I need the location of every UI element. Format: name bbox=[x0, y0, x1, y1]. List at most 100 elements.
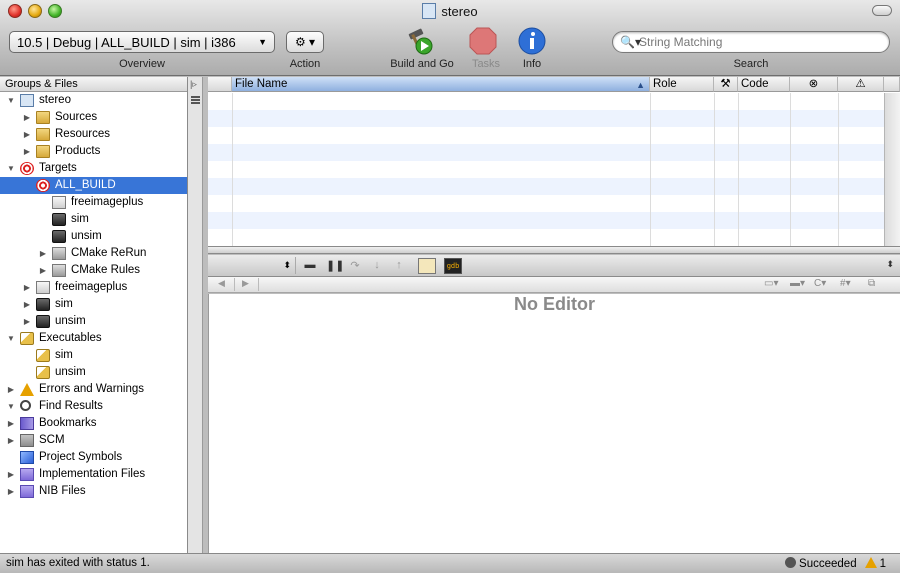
warning-icon[interactable]: ⚠ bbox=[838, 77, 884, 92]
forward-button[interactable]: ▶ bbox=[242, 278, 249, 289]
sidebar-item[interactable]: ▶ sim bbox=[0, 296, 187, 313]
sidebar-header: Groups & Files bbox=[0, 77, 187, 92]
sidebar-item[interactable]: ▶ Products bbox=[0, 143, 187, 160]
disclosure-open-icon[interactable]: ▼ bbox=[6, 398, 16, 415]
sidebar-item[interactable]: ▶ SCM bbox=[0, 432, 187, 449]
sidebar-item[interactable]: ▶ CMake ReRun bbox=[0, 245, 187, 262]
info-icon[interactable] bbox=[517, 26, 547, 56]
sidebar-item-label: Targets bbox=[39, 162, 77, 174]
sidebar-item[interactable]: ▼ Targets bbox=[0, 160, 187, 177]
pause-icon[interactable]: ❚❚ bbox=[326, 259, 344, 273]
table-row[interactable] bbox=[208, 212, 884, 229]
split-handle-icon: |▹ bbox=[190, 79, 197, 89]
disclosure-closed-icon[interactable]: ▶ bbox=[38, 262, 48, 279]
disclosure-closed-icon[interactable]: ▶ bbox=[38, 245, 48, 262]
back-button[interactable]: ◀ bbox=[218, 278, 225, 289]
sidebar-item[interactable]: ▼ stereo bbox=[0, 92, 187, 109]
folder-icon bbox=[36, 111, 50, 124]
disclosure-open-icon[interactable]: ▼ bbox=[6, 330, 16, 347]
sidebar-item[interactable]: unsim bbox=[0, 228, 187, 245]
split-editor-icon[interactable]: ⧉ bbox=[868, 278, 875, 289]
table-row[interactable] bbox=[208, 178, 884, 195]
sidebar-item-label: CMake Rules bbox=[71, 264, 141, 276]
chevron-updown-icon[interactable]: ⬍ bbox=[886, 259, 894, 270]
sidebar-item[interactable]: unsim bbox=[0, 364, 187, 381]
search-input[interactable]: 🔍▾ String Matching bbox=[612, 31, 890, 53]
sidebar-item[interactable]: ▶ Errors and Warnings bbox=[0, 381, 187, 398]
gdb-console-button[interactable]: gdb bbox=[444, 258, 462, 274]
sidebar-item[interactable]: ▶ unsim bbox=[0, 313, 187, 330]
overview-popup[interactable]: 10.5 | Debug | ALL_BUILD | sim | i386 ▼ bbox=[9, 31, 275, 53]
column-code[interactable]: Code bbox=[738, 77, 790, 92]
console-icon[interactable] bbox=[418, 258, 436, 274]
sidebar-item[interactable]: ▶ freeimageplus bbox=[0, 279, 187, 296]
sidebar-item[interactable]: ▶ Sources bbox=[0, 109, 187, 126]
step-into-icon[interactable]: ↓ bbox=[370, 259, 384, 273]
table-row[interactable] bbox=[208, 93, 884, 110]
sidebar-item[interactable]: ▶ NIB Files bbox=[0, 483, 187, 500]
thread-popup[interactable]: ⬍ bbox=[210, 257, 296, 274]
sidebar-item-label: Resources bbox=[55, 128, 110, 140]
search-placeholder: String Matching bbox=[639, 35, 723, 49]
toolbar-toggle-button[interactable] bbox=[872, 5, 892, 16]
disclosure-closed-icon[interactable]: ▶ bbox=[22, 313, 32, 330]
sidebar-item[interactable]: ▶ Resources bbox=[0, 126, 187, 143]
list-view-icon[interactable] bbox=[191, 96, 200, 105]
breakpoint-menu-icon[interactable]: ▬▾ bbox=[790, 278, 805, 289]
table-row[interactable] bbox=[208, 127, 884, 144]
table-row[interactable] bbox=[208, 144, 884, 161]
bookmark-menu-icon[interactable]: ▭▾ bbox=[764, 278, 778, 289]
search-icon: 🔍▾ bbox=[620, 35, 641, 49]
sidebar-item[interactable]: ▶ Bookmarks bbox=[0, 415, 187, 432]
sidebar-item[interactable]: ALL_BUILD bbox=[0, 177, 187, 194]
sidebar-item[interactable]: sim bbox=[0, 347, 187, 364]
sidebar-item[interactable]: ▶ Implementation Files bbox=[0, 466, 187, 483]
details-scrollbar[interactable] bbox=[884, 93, 900, 246]
build-and-go-icon[interactable] bbox=[405, 26, 435, 56]
sidebar-item[interactable]: sim bbox=[0, 211, 187, 228]
table-row[interactable] bbox=[208, 161, 884, 178]
build-result[interactable]: Succeeded 1 bbox=[785, 557, 886, 570]
hammer-icon[interactable]: ⚒ bbox=[714, 77, 738, 92]
step-over-icon[interactable]: ↷ bbox=[348, 259, 362, 273]
editor-area[interactable]: No Editor bbox=[208, 294, 900, 553]
column-status[interactable] bbox=[208, 77, 232, 92]
overview-value: 10.5 | Debug | ALL_BUILD | sim | i386 bbox=[17, 35, 236, 50]
disclosure-closed-icon[interactable]: ▶ bbox=[22, 279, 32, 296]
disclosure-open-icon[interactable]: ▼ bbox=[6, 92, 16, 109]
status-message: sim has exited with status 1. bbox=[6, 557, 150, 569]
column-file-name[interactable]: File Name ▲ bbox=[232, 77, 650, 92]
disclosure-closed-icon[interactable]: ▶ bbox=[6, 415, 16, 432]
disclosure-closed-icon[interactable]: ▶ bbox=[22, 296, 32, 313]
bookmarks-icon bbox=[20, 417, 34, 430]
error-icon[interactable]: ⊗ bbox=[790, 77, 838, 92]
disclosure-closed-icon[interactable]: ▶ bbox=[6, 466, 16, 483]
includes-menu[interactable]: #▾ bbox=[840, 278, 851, 289]
disclosure-closed-icon[interactable]: ▶ bbox=[22, 143, 32, 160]
step-out-icon[interactable]: ↑ bbox=[392, 259, 406, 273]
groups-and-files-sidebar: Groups & Files ▼ stereo ▶ Sources ▶ Resources… bbox=[0, 77, 188, 553]
breakpoints-toggle-icon[interactable]: ▬ bbox=[302, 259, 318, 273]
sidebar-item[interactable]: freeimageplus bbox=[0, 194, 187, 211]
disclosure-open-icon[interactable]: ▼ bbox=[6, 160, 16, 177]
sidebar-item[interactable]: Project Symbols bbox=[0, 449, 187, 466]
editor-splitter[interactable] bbox=[208, 247, 900, 254]
disclosure-closed-icon[interactable]: ▶ bbox=[22, 109, 32, 126]
disclosure-closed-icon[interactable]: ▶ bbox=[6, 483, 16, 500]
terminal-icon bbox=[36, 315, 50, 328]
sidebar-item[interactable]: ▼ Find Results bbox=[0, 398, 187, 415]
sidebar-item[interactable]: ▶ CMake Rules bbox=[0, 262, 187, 279]
sidebar-splitter[interactable]: |▹ bbox=[188, 77, 203, 553]
table-row[interactable] bbox=[208, 110, 884, 127]
column-role[interactable]: Role bbox=[650, 77, 714, 92]
project-icon bbox=[20, 94, 34, 107]
disclosure-closed-icon[interactable]: ▶ bbox=[6, 432, 16, 449]
disclosure-closed-icon[interactable]: ▶ bbox=[6, 381, 16, 398]
sidebar-item[interactable]: ▼ Executables bbox=[0, 330, 187, 347]
action-button[interactable]: ⚙ ▾ bbox=[286, 31, 324, 53]
table-row[interactable] bbox=[208, 195, 884, 212]
overview-label: Overview bbox=[119, 58, 165, 70]
counterpart-menu[interactable]: C▾ bbox=[814, 278, 826, 289]
disclosure-closed-icon[interactable]: ▶ bbox=[22, 126, 32, 143]
stop-icon[interactable] bbox=[468, 26, 498, 56]
